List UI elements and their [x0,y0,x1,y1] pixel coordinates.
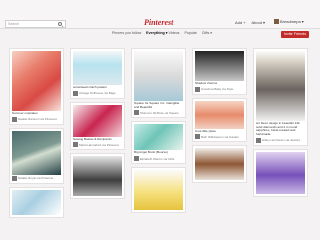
pin-card[interactable] [131,167,186,214]
pin-caption: Big Angel Burst (Bourse) [134,150,168,155]
avatar [73,90,78,96]
pinterest-app: Search Pinterest Add + About ▾ Breadmepa… [0,0,320,240]
watermelon-photo[interactable] [12,51,61,111]
pin-meta: Natalie Ransom via Pinterest [12,116,61,122]
pin-meta: Natalie Royal via Pinterest [12,175,61,181]
top-bar: Search Pinterest Add + About ▾ Breadmepa… [0,0,320,29]
about-menu[interactable]: About ▾ [251,20,265,25]
earring-photo[interactable] [256,51,305,121]
search-input[interactable]: Search [5,20,66,28]
avatar [12,175,17,181]
nav-videos[interactable]: Videos [169,31,180,35]
search-icon[interactable] [58,22,62,26]
pin-meta-text: Vintage Dollhouse via Bags [79,91,116,96]
pin-card[interactable]: Shadow charms Grandma Baby via Style [192,48,247,95]
necklace-photo[interactable] [195,51,244,81]
black-dress-photo[interactable] [73,156,122,197]
pin-meta: Grandma Baby via Style [195,86,244,92]
avatar [134,110,139,116]
pin-card[interactable]: Cool little place Beth Widdowson via Gar… [192,97,247,143]
nav-following[interactable]: Pinners you follow [112,31,141,35]
pin-meta: Elizabeth Warms via Gifts [134,156,183,162]
pin-meta: Shannon Mcbride via Square [134,110,183,116]
avatar [134,156,139,162]
flower-photo[interactable] [195,100,244,129]
pin-meta: Maria Hannaford via Pinterest [73,142,122,148]
pin-card[interactable] [192,145,247,184]
pin-meta-text: Elizabeth Warms via Gifts [140,156,175,161]
pin-column-1: Summer cupcakes Natalie Ransom via Pinte… [9,48,64,221]
mobile-app-icon[interactable] [12,189,61,215]
purple-dress-photo[interactable] [256,151,305,194]
user-menu[interactable]: Breadmepa ▾ [274,19,304,25]
pin-caption: Summer cupcakes [12,111,38,115]
teal-clutch-photo[interactable] [73,51,122,85]
pin-meta: Beth Widdowson via Garden [195,134,244,140]
pin-column-3: Square for Square Inc. Intangible and Be… [131,48,186,216]
pin-column-2: arrowhead clutch pattern Vintage Dollhou… [70,48,125,202]
nav-gifts[interactable]: Gifts ▾ [202,31,212,35]
pin-caption: Art Deco design in beautiful 14k solid d… [256,121,300,137]
pin-card[interactable]: arrowhead clutch pattern Vintage Dollhou… [70,48,125,99]
category-nav: Pinners you follow Everything ▾ Videos P… [112,31,216,35]
avatar [73,142,78,148]
pin-caption: Sewing Basket & Recipients [73,136,112,141]
pin-card[interactable] [70,153,125,200]
pin-column-5: Art Deco design in beautiful 14k solid d… [253,48,308,200]
landscape-photo[interactable] [12,130,61,175]
pin-card[interactable]: Big Angel Burst (Bourse) Elizabeth Warms… [131,121,186,165]
pin-meta-text: Natalie Royal via Pinterest [18,176,54,181]
pinterest-logo[interactable]: Pinterest [144,18,173,27]
green-knit-photo[interactable] [134,124,183,151]
add-menu[interactable]: Add + [235,20,246,25]
pin-card[interactable]: Square for Square Inc. Intangible and Be… [131,48,186,119]
pin-meta: Vintage Dollhouse via Bags [73,90,122,96]
avatar [256,137,261,143]
nav-popular[interactable]: Popular [184,31,196,35]
username: Breadmepa ▾ [280,19,304,24]
oil-bottles-photo[interactable] [134,170,183,211]
pin-meta-text: Grandma Baby via Style [201,87,234,92]
pin-meta-text: Hilary Hornbeam via Jewelry [262,138,301,143]
heels-photo[interactable] [195,148,244,181]
pin-card[interactable]: Natalie Royal via Pinterest [9,127,64,184]
pin-caption: Shadow charms [195,81,218,85]
pin-card[interactable]: Art Deco design in beautiful 14k solid d… [253,48,308,146]
pin-card[interactable]: Summer cupcakes Natalie Ransom via Pinte… [9,48,64,125]
avatar [274,19,279,25]
pin-card[interactable] [253,148,308,197]
pin-caption: Square for Square Inc. Intangible and Be… [134,101,180,109]
avatar [195,134,200,140]
pin-meta-text: Beth Widdowson via Garden [201,134,240,139]
nav-everything[interactable]: Everything ▾ [146,31,167,35]
pin-caption: Cool little place [195,128,216,133]
pin-caption: arrowhead clutch pattern [73,85,108,89]
red-gift-photo[interactable] [73,104,122,137]
pin-meta-text: Shannon Mcbride via Square [140,110,179,115]
pin-column-4: Shadow charms Grandma Baby via Style Coo… [192,48,247,186]
pin-card[interactable]: Sewing Basket & Recipients Maria Hannafo… [70,101,125,151]
phone-app-photo[interactable] [134,51,183,101]
pin-card[interactable] [9,186,64,218]
header-menu: Add + About ▾ [235,20,270,25]
pin-meta: Hilary Hornbeam via Jewelry [256,137,305,143]
invite-friends-button[interactable]: Invite Friends [281,31,309,38]
avatar [195,86,200,92]
pin-meta-text: Maria Hannaford via Pinterest [79,142,119,147]
avatar [12,116,17,122]
pin-meta-text: Natalie Ransom via Pinterest [18,117,57,122]
